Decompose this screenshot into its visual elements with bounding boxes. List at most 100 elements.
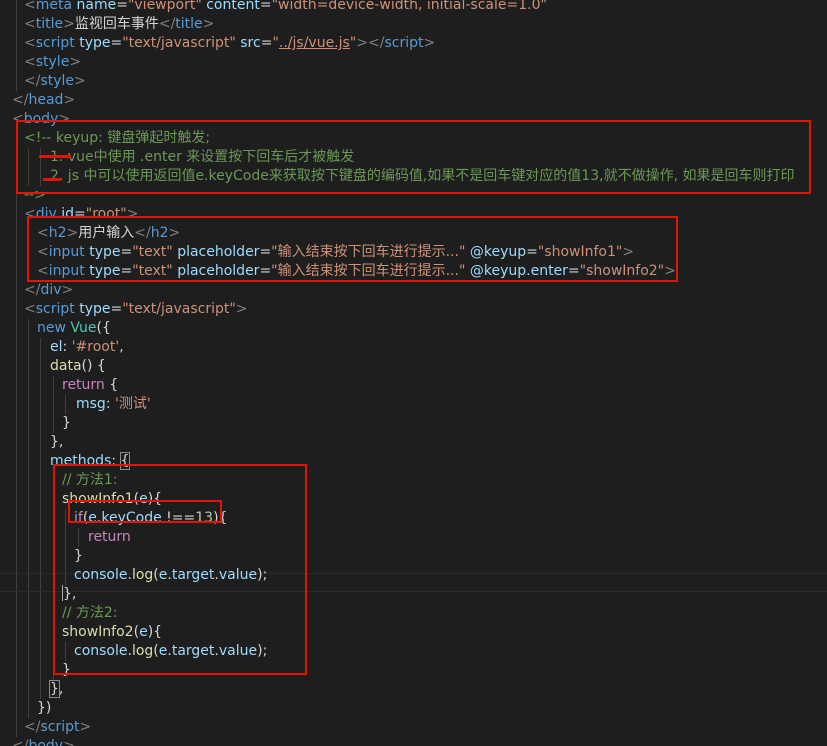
code-line[interactable]: <style> — [24, 53, 81, 72]
code-line[interactable]: // 方法1: — [62, 471, 118, 490]
code-token: target — [171, 567, 215, 583]
code-token: // 方法1: — [62, 472, 118, 488]
indent-guide — [16, 0, 17, 91]
code-token: }) — [37, 700, 52, 716]
code-token: } — [62, 415, 71, 431]
code-token: ../js/vue.js — [278, 35, 350, 51]
code-token: "text/javascript" — [122, 301, 236, 317]
code-token: h2 — [48, 225, 67, 241]
code-token: < — [24, 54, 36, 70]
code-line[interactable]: --> — [24, 186, 46, 205]
code-line[interactable]: }, — [50, 433, 63, 452]
code-line[interactable]: </body> — [12, 737, 75, 746]
code-token: target — [171, 643, 215, 659]
indent-guide — [16, 129, 17, 737]
code-line[interactable]: el: '#root', — [50, 338, 124, 357]
code-line[interactable]: <script type="text/javascript" src="../j… — [24, 34, 435, 53]
code-token: </ — [24, 282, 41, 298]
code-token: = — [110, 35, 123, 51]
code-line[interactable]: console.log(e.target.value); — [74, 566, 267, 585]
code-token: > — [61, 282, 74, 298]
code-token: "width=device-width, initial-scale=1.0" — [271, 0, 547, 13]
code-line[interactable]: <meta name="viewport" content="width=dev… — [24, 0, 547, 15]
code-line[interactable]: <h2>用户输入</h2> — [37, 224, 180, 243]
code-line[interactable]: showInfo1(e){ — [62, 490, 162, 509]
code-token: h2 — [150, 225, 169, 241]
code-token: = — [120, 263, 133, 279]
code-token: } — [62, 662, 71, 678]
code-token: src — [240, 35, 261, 51]
code-line[interactable]: }, — [49, 680, 64, 699]
code-token: type — [79, 35, 111, 51]
code-line[interactable]: <div id="root"> — [24, 205, 138, 224]
code-token: style — [35, 54, 70, 70]
code-line[interactable]: data() { — [50, 357, 106, 376]
code-line[interactable]: if(e.keyCode !==13){ — [74, 509, 227, 528]
code-line[interactable]: 1. vue中使用 .enter 来设置按下回车后才被触发 — [50, 148, 354, 167]
code-line[interactable]: methods: { — [50, 452, 131, 471]
code-token: > — [202, 16, 215, 32]
code-line[interactable]: return — [88, 528, 131, 547]
code-line[interactable]: 2. js 中可以使用返回值e.keyCode来获取按下键盘的编码值,如果不是回… — [50, 167, 794, 186]
code-line[interactable]: }) — [37, 699, 51, 718]
code-line[interactable]: <script type="text/javascript"> — [24, 300, 248, 319]
code-token: input — [48, 244, 85, 260]
code-token: content — [206, 0, 260, 13]
code-token: < — [37, 244, 49, 260]
code-token: = — [116, 0, 128, 13]
code-line[interactable]: return { — [62, 376, 118, 395]
code-token: id — [61, 206, 75, 222]
code-line[interactable]: msg: '测试' — [76, 395, 151, 414]
code-token: methods — [50, 453, 112, 469]
code-token: > — [66, 225, 79, 241]
code-token: title — [175, 16, 203, 32]
code-line[interactable]: </div> — [24, 281, 73, 300]
code-token: </ — [158, 16, 176, 32]
code-token: showInfo1 — [62, 491, 134, 507]
code-line[interactable]: <input type="text" placeholder="输入结束按下回车… — [37, 262, 676, 281]
code-token: </ — [12, 92, 29, 108]
code-token: } — [74, 548, 83, 564]
code-line[interactable]: }, — [62, 585, 76, 604]
code-token: : — [105, 396, 115, 412]
code-line[interactable]: <body> — [12, 110, 70, 129]
code-token: = — [259, 263, 272, 279]
code-token: log — [131, 643, 154, 659]
code-token: > — [58, 111, 71, 127]
code-token: > — [622, 244, 635, 260]
indent-guide — [28, 319, 29, 718]
code-line[interactable]: } — [74, 547, 83, 566]
code-token: { — [119, 452, 131, 470]
code-token: if — [74, 510, 83, 526]
code-token: return — [62, 377, 105, 393]
code-line[interactable]: <input type="text" placeholder="输入结束按下回车… — [37, 243, 634, 262]
code-editor[interactable]: <meta name="viewport" content="width=dev… — [0, 0, 827, 746]
code-line[interactable]: } — [62, 661, 71, 680]
code-line[interactable]: console.log(e.target.value); — [74, 642, 267, 661]
code-line[interactable]: new Vue({ — [37, 319, 111, 338]
code-token: "showInfo2" — [579, 263, 665, 279]
code-line[interactable]: </script> — [24, 718, 91, 737]
code-token: : — [111, 453, 121, 469]
code-token: 用户输入 — [78, 225, 135, 241]
code-line[interactable]: </style> — [24, 72, 86, 91]
code-token: < — [12, 111, 24, 127]
code-token: type — [89, 244, 121, 260]
code-token: </ — [24, 719, 41, 735]
code-line[interactable]: showInfo2(e){ — [62, 623, 162, 642]
code-token: @keyup.enter — [469, 263, 568, 279]
code-line[interactable]: // 方法2: — [62, 604, 118, 623]
code-line[interactable]: <title>监视回车事件</title> — [24, 15, 214, 34]
code-token: '#root' — [71, 339, 120, 355]
code-line[interactable]: </head> — [12, 91, 75, 110]
code-token: ){ — [147, 624, 163, 640]
annotation-underline-1 — [39, 155, 71, 158]
code-line[interactable]: } — [62, 414, 71, 433]
code-token: > — [664, 263, 676, 279]
code-token: < — [24, 16, 36, 32]
code-line[interactable]: <!-- keyup: 键盘弹起时触发; — [24, 129, 210, 148]
code-token: > — [63, 92, 76, 108]
code-token: , — [58, 681, 64, 697]
code-token: > — [63, 738, 75, 746]
code-token: return — [88, 529, 131, 545]
